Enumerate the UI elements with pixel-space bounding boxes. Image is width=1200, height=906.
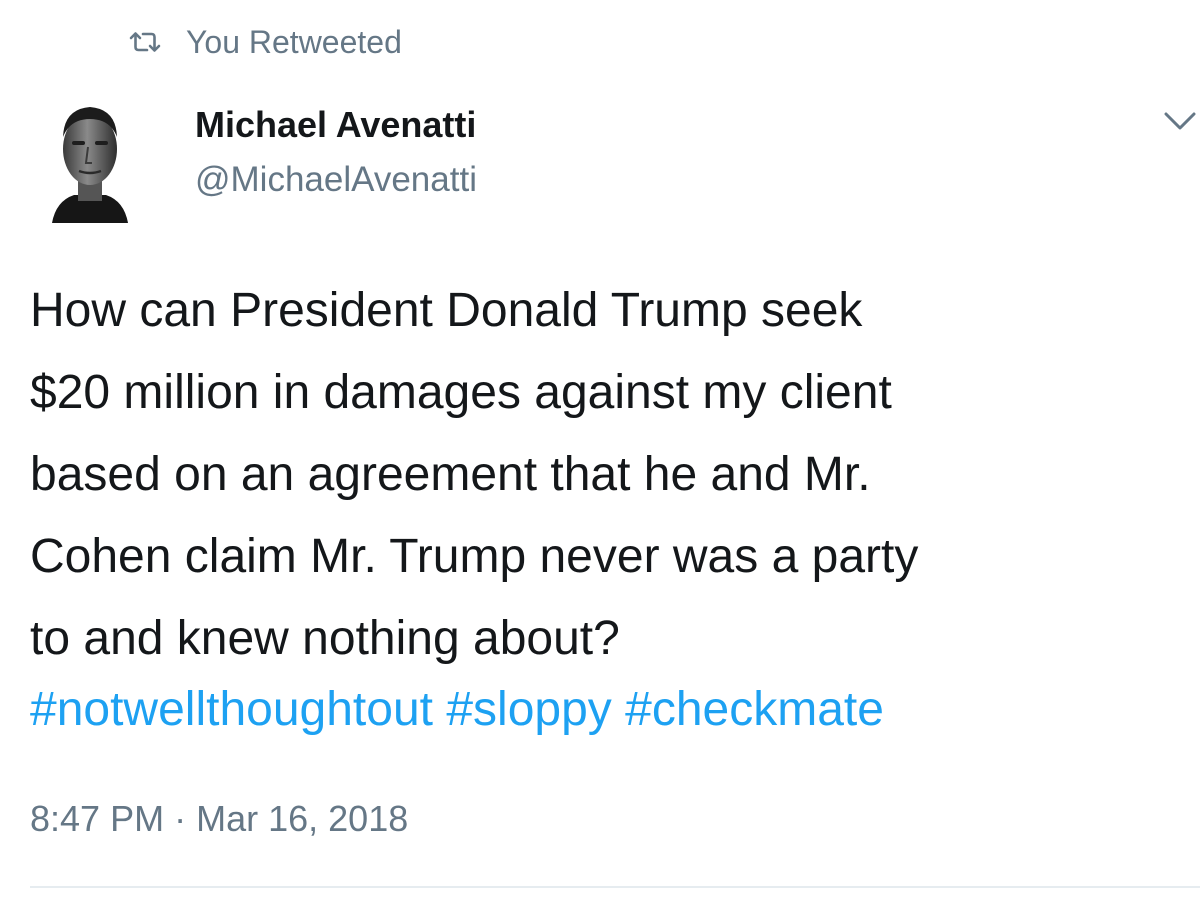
hashtag-row: #notwellthoughtout #sloppy #checkmate bbox=[30, 680, 884, 740]
tweet-timestamp[interactable]: 8:47 PM · Mar 16, 2018 bbox=[30, 798, 408, 840]
timestamp-separator: · bbox=[174, 798, 187, 839]
retweet-context: You Retweeted bbox=[128, 20, 402, 64]
tweet-time: 8:47 PM bbox=[30, 798, 165, 839]
tweet-date: Mar 16, 2018 bbox=[196, 798, 409, 839]
author-name[interactable]: Michael Avenatti bbox=[195, 104, 476, 146]
avatar[interactable] bbox=[50, 97, 130, 225]
hashtag-link[interactable]: #sloppy bbox=[446, 683, 611, 736]
divider bbox=[30, 886, 1200, 888]
retweet-label: You Retweeted bbox=[186, 23, 402, 60]
tweet-text: How can President Donald Trump seek $20 … bbox=[30, 284, 919, 665]
retweet-icon bbox=[128, 30, 162, 54]
hashtag-link[interactable]: #notwellthoughtout bbox=[30, 683, 433, 736]
hashtag-link[interactable]: #checkmate bbox=[625, 683, 884, 736]
author-handle[interactable]: @MichaelAvenatti bbox=[195, 160, 477, 200]
chevron-down-icon[interactable] bbox=[1163, 108, 1197, 134]
